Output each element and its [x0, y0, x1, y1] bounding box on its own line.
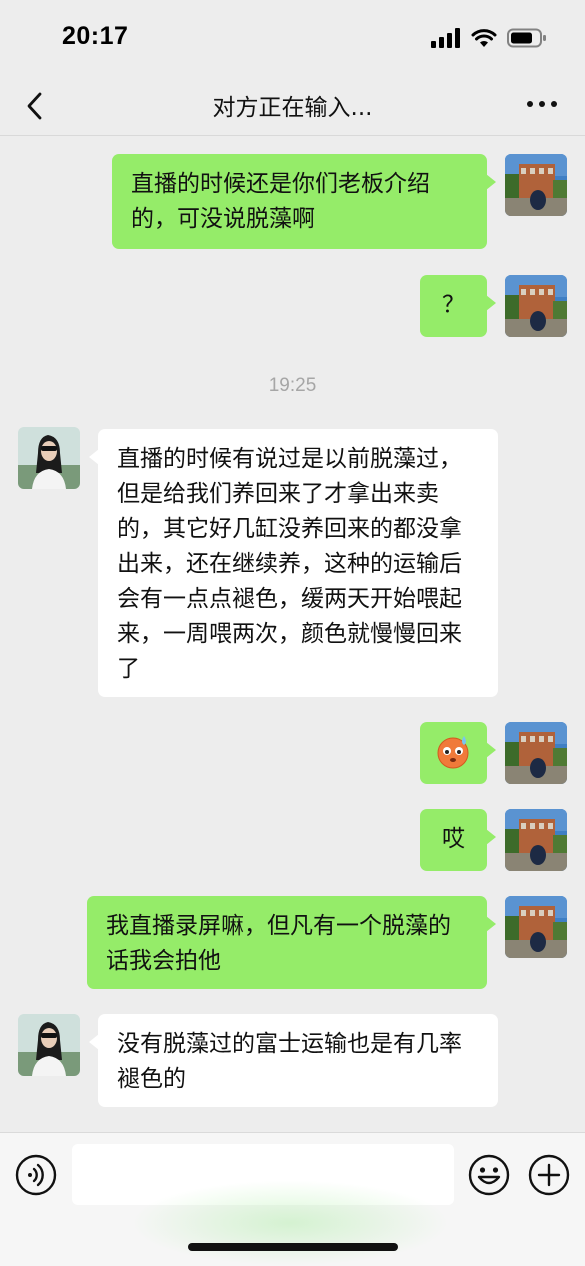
message-bubble-sent[interactable]: 哎 [420, 809, 496, 871]
contact-avatar[interactable] [18, 427, 80, 489]
battery-icon [507, 28, 546, 48]
my-avatar[interactable] [505, 809, 567, 871]
signal-icon [431, 28, 460, 48]
home-indicator[interactable] [188, 1243, 398, 1251]
my-avatar[interactable] [505, 896, 567, 958]
message-bubble-sent[interactable]: 我直播录屏嘛，但凡有一个脱藻的话我会拍他 [87, 896, 496, 989]
message-bubble-sent[interactable] [420, 722, 496, 784]
chat-header: 对方正在输入... [0, 78, 585, 136]
status-icons [431, 27, 547, 49]
more-icon[interactable] [525, 92, 559, 116]
message-bubble-received[interactable]: 直播的时候有说过是以前脱藻过，但是给我们养回来了才拿出来卖的，其它好几缸没养回来… [89, 429, 498, 697]
status-bar: 20:17 [0, 0, 585, 78]
my-avatar[interactable] [505, 722, 567, 784]
time-divider: 19:25 [268, 375, 317, 396]
sweat-emoji-icon [437, 736, 469, 769]
message-list[interactable]: 直播的时候还是你们老板介绍的，可没说脱藻啊 ？ 19:25 直播的时候有说过是以… [0, 137, 585, 1132]
my-avatar[interactable] [505, 275, 567, 337]
contact-avatar[interactable] [18, 1014, 80, 1076]
voice-icon[interactable] [14, 1153, 58, 1197]
plus-icon[interactable] [527, 1153, 571, 1197]
message-bubble-sent[interactable]: ？ [420, 275, 496, 337]
my-avatar[interactable] [505, 154, 567, 216]
chat-title: 对方正在输入... [212, 95, 373, 121]
background-glow [130, 1180, 450, 1266]
emoji-icon[interactable] [467, 1153, 511, 1197]
message-bubble-sent[interactable]: 直播的时候还是你们老板介绍的，可没说脱藻啊 [112, 154, 496, 249]
status-time: 20:17 [62, 22, 129, 50]
message-bubble-received[interactable]: 没有脱藻过的富士运输也是有几率褪色的 [89, 1014, 498, 1107]
wifi-icon [471, 29, 497, 47]
